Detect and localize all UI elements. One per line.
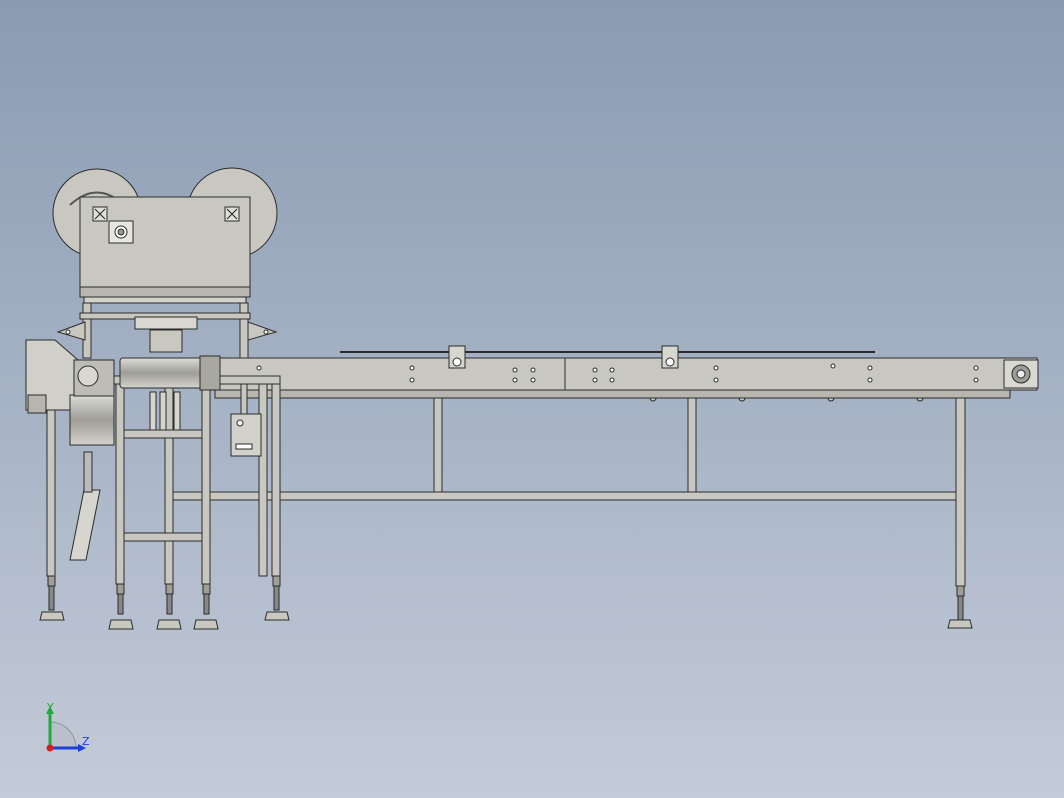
y-axis-label: Y: [46, 701, 54, 714]
coordinate-triad: Y Z: [46, 701, 90, 752]
upper-frame: [56, 302, 278, 359]
fan-icon: [224, 206, 240, 222]
sensor-box: [108, 220, 134, 244]
conveyor-machine-drawing: Y Z: [25, 167, 1039, 752]
end-pulley: [1003, 359, 1039, 389]
guide-bracket-2: [661, 345, 679, 369]
conveyor-bed: [214, 351, 1038, 399]
fan-icon: [92, 206, 108, 222]
pneumatic-cylinder: [69, 451, 101, 561]
guide-bracket-1: [448, 345, 466, 369]
x-axis-dot: [46, 744, 54, 752]
cad-viewport[interactable]: Y Z: [0, 0, 1064, 798]
z-axis-label: Z: [82, 735, 90, 748]
drive-roller: [119, 355, 221, 391]
conveyor-legs: [171, 397, 973, 629]
drive-motor: [69, 359, 115, 446]
guide-rods: [149, 391, 181, 431]
